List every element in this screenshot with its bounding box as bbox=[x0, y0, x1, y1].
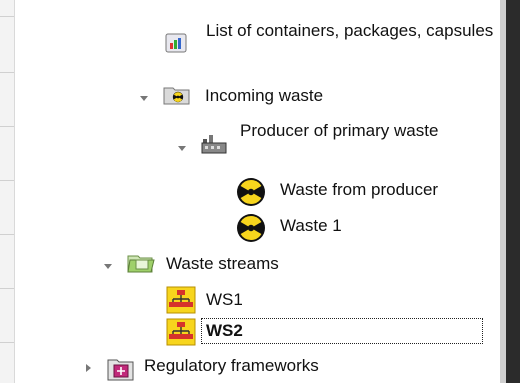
tree-item-waste-from-producer[interactable]: Waste from producer bbox=[236, 176, 496, 206]
chevron-right-icon[interactable] bbox=[82, 362, 94, 374]
tree-item-incoming-waste[interactable]: Incoming waste bbox=[138, 82, 468, 110]
tree-item-label: Waste from producer bbox=[280, 180, 439, 199]
tree-item-label: Waste 1 bbox=[280, 216, 342, 235]
tree-item-waste-1[interactable]: Waste 1 bbox=[236, 212, 436, 242]
chevron-down-icon[interactable] bbox=[102, 260, 114, 272]
tree-item-label: Waste streams bbox=[166, 254, 279, 273]
tree-item-ws1[interactable]: WS1 bbox=[166, 286, 286, 314]
chart-icon bbox=[165, 32, 187, 59]
tree-item-label: WS1 bbox=[206, 290, 243, 309]
radiation-icon bbox=[236, 213, 266, 248]
tree-item-label: List of containers, packages, capsules bbox=[206, 21, 494, 40]
tree-item-label: Incoming waste bbox=[205, 86, 324, 105]
tree-item-regulatory-frameworks[interactable]: Regulatory frameworks bbox=[82, 354, 412, 382]
factory-icon bbox=[200, 129, 228, 162]
radiation-icon bbox=[236, 177, 266, 212]
regulatory-icon bbox=[107, 356, 135, 387]
tree-item-label: Regulatory frameworks bbox=[144, 356, 319, 375]
tree-item-containers-list[interactable]: List of containers, packages, capsules bbox=[160, 12, 493, 72]
folder-icon bbox=[126, 250, 156, 281]
radiation-folder-icon bbox=[163, 84, 191, 111]
tree-item-ws2[interactable]: WS2 bbox=[166, 318, 496, 350]
tree-item-producer-primary[interactable]: Producer of primary waste bbox=[176, 120, 476, 172]
left-gutter bbox=[0, 0, 15, 383]
chevron-down-icon[interactable] bbox=[176, 142, 188, 154]
tree-item-waste-streams[interactable]: Waste streams bbox=[102, 250, 402, 278]
network-icon bbox=[166, 318, 196, 351]
tree-item-label: Producer of primary waste bbox=[240, 121, 439, 140]
chevron-down-icon[interactable] bbox=[138, 92, 150, 104]
network-icon bbox=[166, 286, 196, 319]
tree-item-label-selected: WS2 bbox=[201, 318, 483, 344]
right-border bbox=[500, 0, 520, 383]
